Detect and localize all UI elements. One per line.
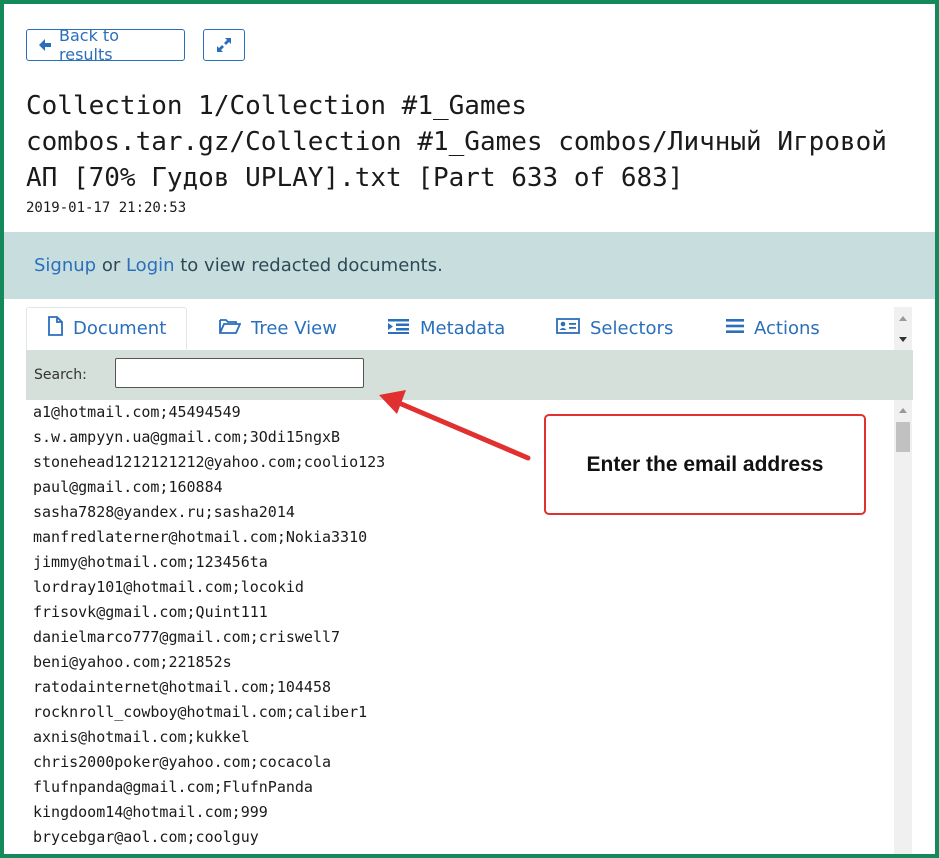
menu-icon: [726, 318, 754, 339]
banner-or-text: or: [96, 255, 126, 276]
expand-icon: [216, 37, 232, 53]
expand-button[interactable]: [203, 29, 245, 61]
document-line: beni@yahoo.com;221852s: [33, 653, 232, 671]
document-line: chris2000poker@yahoo.com;cocacola: [33, 753, 332, 771]
document-scrollbar[interactable]: [894, 400, 912, 854]
list-indent-icon: [388, 318, 420, 339]
tab-actions[interactable]: Actions: [726, 307, 820, 350]
tab-document-label: Document: [73, 318, 167, 339]
window-frame: Back to results Collection 1/Collection …: [0, 0, 939, 858]
back-button-label: Back to results: [59, 26, 119, 64]
file-icon: [47, 316, 73, 341]
document-line: ratodainternet@hotmail.com;104458: [33, 678, 332, 696]
id-card-icon: [556, 318, 590, 339]
annotation-callout: Enter the email address: [544, 414, 866, 515]
tab-selectors-label: Selectors: [590, 318, 674, 339]
scroll-down-icon[interactable]: [894, 331, 912, 347]
login-link[interactable]: Login: [126, 255, 175, 276]
tab-metadata[interactable]: Metadata: [388, 307, 505, 350]
document-line: manfredlaterner@hotmail.com;Nokia3310: [33, 528, 368, 546]
tab-document[interactable]: Document: [26, 307, 188, 350]
document-line: danielmarco777@gmail.com;criswell7: [33, 628, 341, 646]
signup-link[interactable]: Signup: [34, 255, 96, 276]
document-title: Collection 1/Collection #1_Games combos.…: [26, 91, 887, 193]
back-to-results-button[interactable]: Back to results: [26, 26, 185, 64]
document-line: brycebgar@aol.com;coolguy: [33, 828, 259, 846]
tab-selectors[interactable]: Selectors: [556, 307, 673, 350]
search-label: Search:: [34, 367, 87, 383]
document-line: kingdoom14@hotmail.com;999: [33, 803, 268, 821]
folder-open-icon: [219, 318, 251, 339]
arrow-left-icon: [37, 37, 53, 53]
document-line: rocknroll_cowboy@hotmail.com;caliber1: [33, 703, 368, 721]
signup-banner: Signup or Login to view redacted documen…: [4, 232, 935, 299]
document-line: jimmy@hotmail.com;123456ta: [33, 553, 268, 571]
tab-tree-view-label: Tree View: [251, 318, 337, 339]
tab-bar: Document Tree View Metadata Selectors Ac…: [26, 307, 893, 351]
document-line: axnis@hotmail.com;kukkel: [33, 728, 250, 746]
tab-metadata-label: Metadata: [420, 318, 506, 339]
scrollbar-thumb[interactable]: [896, 422, 910, 452]
tabs-scrollbar[interactable]: [894, 307, 912, 350]
document-line: frisovk@gmail.com;Quint111: [33, 603, 268, 621]
document-line: flufnpanda@gmail.com;FlufnPanda: [33, 778, 313, 796]
annotation-callout-text: Enter the email address: [586, 452, 824, 476]
document-timestamp: 2019-01-17 21:20:53: [26, 200, 187, 216]
scroll-up-icon[interactable]: [894, 402, 912, 418]
search-input[interactable]: [115, 358, 364, 388]
banner-rest-text: to view redacted documents.: [174, 255, 443, 276]
document-line: lordray101@hotmail.com;locokid: [33, 578, 304, 596]
tab-tree-view[interactable]: Tree View: [219, 307, 337, 350]
tab-actions-label: Actions: [754, 318, 820, 339]
search-bar: Search:: [26, 350, 913, 400]
scroll-up-icon[interactable]: [894, 310, 912, 326]
